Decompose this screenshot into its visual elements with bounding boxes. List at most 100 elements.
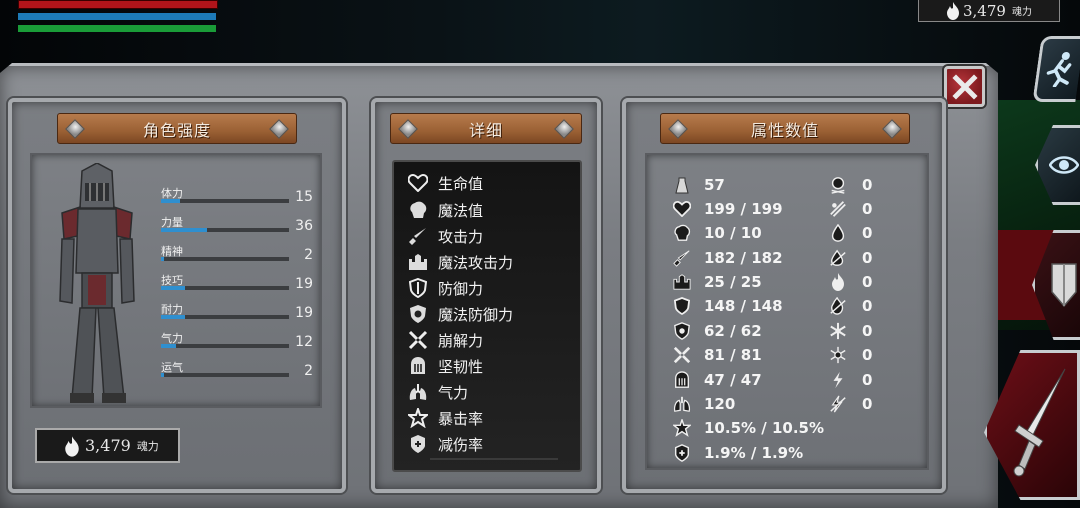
- stat-row-strength: 力量 36: [161, 214, 313, 240]
- detail-item-attack[interactable]: 攻击力: [407, 224, 483, 248]
- detail-label: 魔法攻击力: [438, 253, 514, 272]
- stat-bar-track: [161, 228, 289, 232]
- detail-label: 坚韧性: [438, 357, 484, 376]
- lungs-icon: [672, 394, 692, 414]
- attr-value: 1.9% / 1.9%: [704, 444, 804, 462]
- resistance-value: 0: [862, 297, 873, 315]
- bleed-icon: [828, 199, 848, 219]
- detail-label: 暴击率: [438, 409, 484, 428]
- rivet-icon: [554, 119, 574, 139]
- soul-points-value: 3,479: [85, 436, 131, 455]
- attr-row-magic-defense: 62 / 62: [672, 321, 762, 341]
- attr-row-magic-attack: 25 / 25: [672, 272, 762, 292]
- fire-resist-icon: [828, 296, 848, 316]
- resistance-value: 0: [862, 371, 873, 389]
- stat-bar-track: [161, 373, 289, 377]
- running-man-icon: [1046, 52, 1072, 87]
- stat-value: 15: [295, 189, 313, 205]
- close-button[interactable]: [944, 66, 985, 107]
- detail-label: 攻击力: [438, 227, 484, 246]
- skull-icon: [828, 175, 848, 195]
- lightning-resist-icon: [828, 394, 848, 414]
- lightning-icon: [828, 370, 848, 390]
- attr-row-attack: 182 / 182: [672, 248, 783, 268]
- attr-row-weight: 57: [672, 175, 725, 195]
- brain-icon: [672, 223, 692, 243]
- detail-label: 崩解力: [438, 331, 484, 350]
- stat-bar-fill: [161, 257, 164, 261]
- detail-label: 减伤率: [438, 435, 484, 454]
- star-icon: [672, 418, 692, 438]
- attributes-title: 属性数值: [750, 120, 819, 140]
- detail-item-mp[interactable]: 魔法值: [407, 198, 483, 222]
- attr-row-mp: 10 / 10: [672, 223, 762, 243]
- close-icon: [951, 73, 978, 100]
- detail-label: 生命值: [438, 174, 484, 193]
- stat-row-spirit: 精神 2: [161, 243, 313, 269]
- detail-title: 详细: [468, 120, 503, 140]
- attr-value: 10.5% / 10.5%: [704, 419, 824, 437]
- attr-value: 120: [704, 395, 736, 413]
- sword-attack-icon: [1013, 368, 1066, 477]
- res-row-lightning: 0: [828, 370, 872, 390]
- heart-icon: [407, 172, 429, 194]
- lungs-icon: [407, 381, 429, 403]
- attr-row-defense: 148 / 148: [672, 296, 783, 316]
- resistance-value: 0: [862, 346, 873, 364]
- soul-points-box: 3,479 魂力: [35, 428, 180, 463]
- stat-row-vitality: 体力 15: [161, 185, 313, 211]
- detail-item-magic-defense[interactable]: 魔法防御力: [407, 302, 513, 326]
- detail-item-damage-reduction[interactable]: 减伤率: [407, 432, 483, 456]
- character-strength-header: 角色强度: [57, 113, 297, 144]
- stat-value: 19: [295, 276, 313, 292]
- castle-icon: [672, 272, 692, 292]
- res-row-curse: 0: [828, 175, 872, 195]
- stat-row-energy: 气力 12: [161, 330, 313, 356]
- stat-value: 36: [295, 218, 313, 234]
- resistance-value: 0: [862, 322, 873, 340]
- knight-character-model: [59, 163, 135, 403]
- detail-scrollbar[interactable]: [430, 458, 558, 460]
- character-strength-title: 角色强度: [142, 120, 211, 140]
- sword-icon: [407, 225, 429, 247]
- detail-item-magic-attack[interactable]: 魔法攻击力: [407, 250, 513, 274]
- weight-icon: [672, 175, 692, 195]
- resistance-value: 0: [862, 224, 873, 242]
- detail-label: 魔法防御力: [438, 305, 514, 324]
- frost-icon: [828, 321, 848, 341]
- stat-bar-fill: [161, 373, 164, 377]
- stat-bar-fill: [161, 286, 186, 290]
- brain-icon: [407, 199, 429, 221]
- rivet-icon: [398, 119, 418, 139]
- stat-value: 19: [295, 305, 313, 321]
- detail-item-toughness[interactable]: 坚韧性: [407, 354, 483, 378]
- detail-item-stamina[interactable]: 气力: [407, 380, 468, 404]
- hud-soul-value: 3,479: [963, 1, 1006, 20]
- detail-item-hp[interactable]: 生命值: [407, 171, 483, 195]
- stat-value: 12: [295, 334, 313, 350]
- attr-value: 47 / 47: [704, 371, 762, 389]
- stat-row-luck: 运气 2: [161, 359, 313, 385]
- attr-value: 182 / 182: [704, 249, 783, 267]
- res-row-fire-resist: 0: [828, 296, 872, 316]
- resistance-value: 0: [862, 273, 873, 291]
- stat-bar-track: [161, 344, 289, 348]
- detail-label: 魔法值: [438, 201, 484, 220]
- res-row-fire: 0: [828, 272, 872, 292]
- detail-item-crit-rate[interactable]: 暴击率: [407, 406, 483, 430]
- detail-item-defense[interactable]: 防御力: [407, 276, 483, 300]
- break-icon: [407, 329, 429, 351]
- mana-bar: [18, 13, 216, 20]
- attr-value: 199 / 199: [704, 200, 783, 218]
- stamina-bar: [18, 25, 216, 32]
- damage-reduction-icon: [407, 433, 429, 455]
- helmet-icon: [672, 370, 692, 390]
- frost-resist-icon: [828, 345, 848, 365]
- drop-icon: [828, 223, 848, 243]
- detail-label: 防御力: [438, 279, 484, 298]
- sprint-button[interactable]: [1032, 36, 1080, 102]
- detail-item-break[interactable]: 崩解力: [407, 328, 483, 352]
- attr-value: 81 / 81: [704, 346, 762, 364]
- flame-icon: [65, 436, 79, 457]
- shield-icon: [1050, 263, 1077, 308]
